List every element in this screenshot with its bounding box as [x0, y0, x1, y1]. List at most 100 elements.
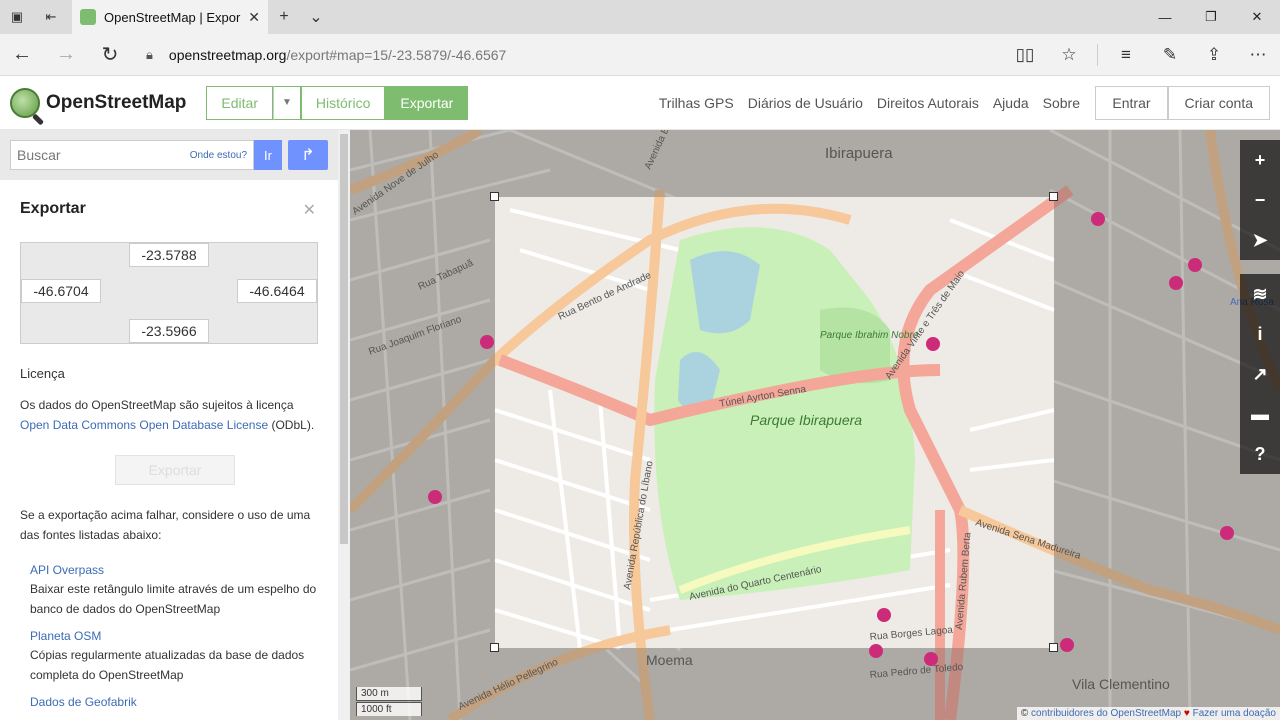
window-controls: — ❐ ✕	[1142, 0, 1280, 34]
main-area: Buscar Onde estou? Ir ↱ Exportar ✕ -23.5…	[0, 130, 1280, 720]
source-desc: Cópias regularmente atualizadas da base …	[30, 648, 305, 682]
odbl-link[interactable]: Open Data Commons Open Database License	[20, 418, 268, 432]
scale-bar: 300 m 1000 ft	[356, 687, 422, 716]
note-icon[interactable]: ▬	[1240, 394, 1280, 434]
info-icon[interactable]: i	[1240, 314, 1280, 354]
address-bar: ← → ↻ 🔒︎ openstreetmap.org/export#map=15…	[0, 34, 1280, 76]
sidebar-scrollbar[interactable]	[338, 130, 350, 720]
label-parque: Parque Ibirapuera	[750, 412, 862, 428]
license-body: Os dados do OpenStreetMap são sujeitos à…	[20, 398, 294, 412]
search-input[interactable]: Buscar Onde estou?	[10, 140, 254, 170]
scrollbar-thumb[interactable]	[340, 134, 348, 544]
url-host: openstreetmap.org	[168, 46, 287, 63]
map-view[interactable]: Ibirapuera Parque Ibirapuera Parque Ibra…	[350, 130, 1280, 720]
signup-button[interactable]: Criar conta	[1167, 86, 1270, 120]
login-button[interactable]: Entrar	[1095, 86, 1168, 120]
bbox-handle-nw[interactable]	[490, 192, 499, 201]
toolbar-divider	[1097, 44, 1098, 66]
nav-user-diaries[interactable]: Diários de Usuário	[748, 95, 863, 111]
license-suffix: (ODbL).	[268, 418, 315, 432]
magnifier-logo-icon	[10, 87, 40, 118]
label-ibirapuera: Ibirapuera	[825, 145, 893, 162]
layers-icon[interactable]: ≋	[1240, 274, 1280, 314]
edit-dropdown-icon[interactable]: ▼	[273, 85, 301, 120]
search-placeholder: Buscar	[17, 147, 61, 163]
export-button[interactable]: Exportar	[115, 455, 235, 485]
donate-link[interactable]: Fazer uma doação	[1193, 708, 1276, 719]
url-field[interactable]: 🔒︎ openstreetmap.org/export#map=15/-23.5…	[146, 47, 506, 63]
bbox-handle-ne[interactable]	[1049, 192, 1058, 201]
nav-copyright[interactable]: Direitos Autorais	[877, 95, 979, 111]
lock-icon: 🔒︎	[146, 46, 153, 62]
locate-icon[interactable]: ➤	[1240, 220, 1280, 260]
bbox-handle-se[interactable]	[1049, 643, 1058, 652]
label-moema: Moema	[646, 652, 693, 668]
share-icon[interactable]: ⇪	[1192, 45, 1236, 65]
control-gap	[1240, 260, 1280, 274]
nav-gps-traces[interactable]: Trilhas GPS	[659, 95, 734, 111]
edit-button[interactable]: Editar	[206, 85, 273, 120]
auth-buttons: Entrar Criar conta	[1095, 86, 1270, 120]
export-panel: Exportar ✕ -23.5788 -46.6704 -46.6464 -2…	[0, 200, 350, 709]
bbox-handle-sw[interactable]	[490, 643, 499, 652]
history-button[interactable]: Histórico	[300, 85, 386, 120]
heart-icon: ♥	[1183, 708, 1190, 719]
list-item: API Overpass Baixar este retângulo limit…	[30, 563, 330, 619]
maximize-icon[interactable]: ❐	[1188, 0, 1234, 34]
scale-imperial: 1000 ft	[356, 702, 422, 716]
list-item: Planeta OSM Cópias regularmente atualiza…	[30, 629, 330, 685]
export-tab-button[interactable]: Exportar	[385, 85, 469, 120]
more-icon[interactable]: ⋯	[1236, 45, 1280, 65]
directions-icon[interactable]: ↱	[288, 140, 328, 170]
license-heading: Licença	[20, 366, 65, 381]
contributors-link[interactable]: contribuidores do OpenStreetMap	[1031, 708, 1181, 719]
browser-toolbar: ▯▯ ☆ ≡ ✎ ⇪ ⋯	[1003, 34, 1280, 76]
search-row: Buscar Onde estou? Ir ↱	[0, 130, 350, 180]
planet-osm-link[interactable]: Planeta OSM	[30, 629, 330, 643]
search-go-button[interactable]: Ir	[254, 140, 282, 170]
south-coord-input[interactable]: -23.5966	[129, 319, 209, 343]
tab-preview-icon[interactable]: ▣	[0, 0, 34, 34]
forward-icon[interactable]: →	[44, 34, 88, 76]
east-coord-input[interactable]: -46.6464	[237, 279, 317, 303]
panel-title: Exportar	[20, 200, 86, 217]
list-item: Dados de Geofabrik	[30, 695, 330, 709]
back-icon[interactable]: ←	[0, 34, 44, 76]
nav-help[interactable]: Ajuda	[993, 95, 1029, 111]
label-vila-clementino: Vila Clementino	[1072, 676, 1170, 692]
close-icon[interactable]: ✕	[303, 200, 316, 220]
where-am-i-link[interactable]: Onde estou?	[190, 150, 247, 161]
map-controls: + − ➤ ≋ i ↗ ▬ ?	[1240, 140, 1280, 474]
geofabrik-link[interactable]: Dados de Geofabrik	[30, 695, 330, 709]
share-map-icon[interactable]: ↗	[1240, 354, 1280, 394]
map-canvas: Ibirapuera Parque Ibirapuera Parque Ibra…	[350, 130, 1280, 720]
source-desc: Baixar este retângulo limite através de …	[30, 582, 317, 616]
close-window-icon[interactable]: ✕	[1234, 0, 1280, 34]
minimize-icon[interactable]: —	[1142, 0, 1188, 34]
browser-tab[interactable]: OpenStreetMap | Expor ✕	[72, 0, 268, 34]
west-coord-input[interactable]: -46.6704	[21, 279, 101, 303]
url-path: /export#map=15/-23.5879/-46.6567	[286, 46, 507, 63]
favicon-icon	[80, 9, 96, 25]
reading-view-icon[interactable]: ▯▯	[1003, 45, 1047, 65]
zoom-out-icon[interactable]: −	[1240, 180, 1280, 220]
overpass-link[interactable]: API Overpass	[30, 563, 330, 577]
label-parque-ibrahim: Parque Ibrahim Nobre	[820, 330, 919, 341]
set-aside-icon[interactable]: ⇤	[34, 0, 68, 34]
favorite-star-icon[interactable]: ☆	[1047, 45, 1091, 65]
browser-tabbar: ▣ ⇤ OpenStreetMap | Expor ✕ + ⌄ — ❐ ✕	[0, 0, 1280, 34]
refresh-icon[interactable]: ↻	[88, 34, 132, 76]
mode-buttons: Editar ▼ Histórico Exportar	[206, 85, 469, 120]
zoom-in-icon[interactable]: +	[1240, 140, 1280, 180]
nav-about[interactable]: Sobre	[1043, 95, 1080, 111]
sidebar: Buscar Onde estou? Ir ↱ Exportar ✕ -23.5…	[0, 130, 350, 720]
hub-icon[interactable]: ≡	[1104, 45, 1148, 65]
osm-logo[interactable]: OpenStreetMap	[10, 87, 186, 118]
close-tab-icon[interactable]: ✕	[248, 9, 260, 26]
new-tab-icon[interactable]: +	[268, 8, 300, 26]
notes-icon[interactable]: ✎	[1148, 45, 1192, 65]
north-coord-input[interactable]: -23.5788	[129, 243, 209, 267]
top-nav: Trilhas GPS Diários de Usuário Direitos …	[645, 76, 1080, 130]
tab-list-icon[interactable]: ⌄	[300, 7, 332, 27]
help-icon[interactable]: ?	[1240, 434, 1280, 474]
